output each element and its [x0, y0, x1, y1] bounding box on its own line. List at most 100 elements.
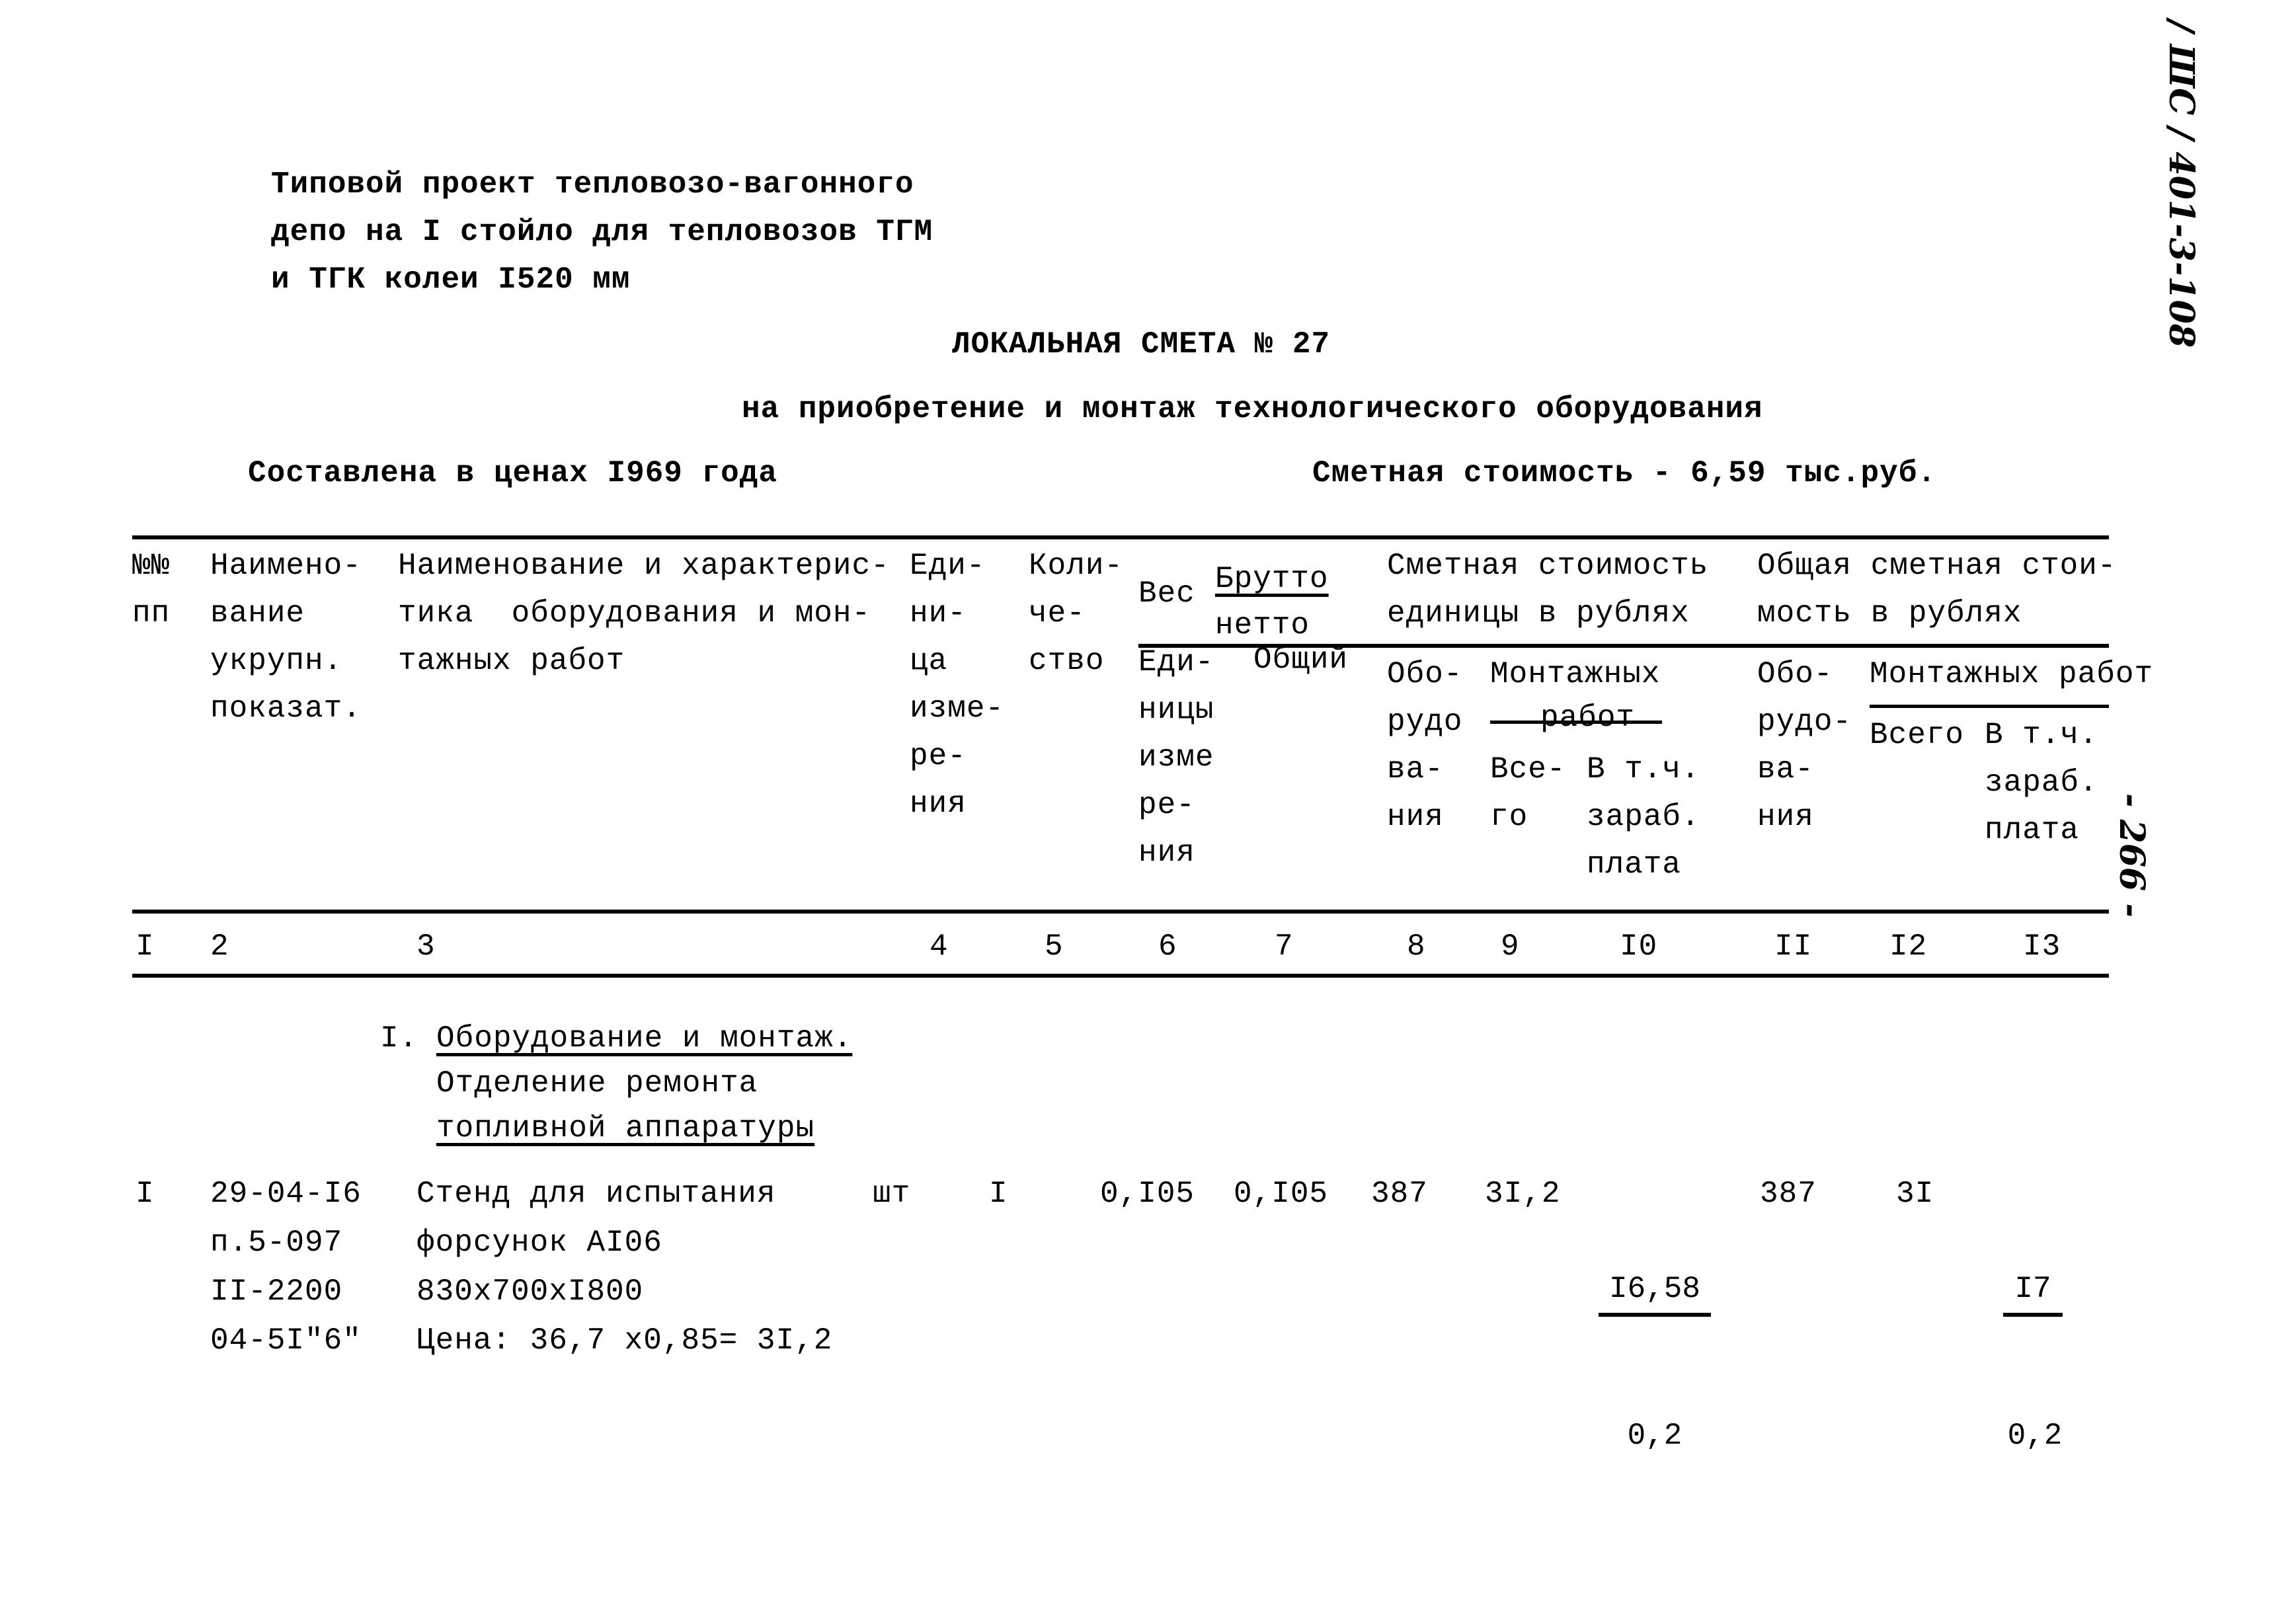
header-weight-brutto: Брутто [1215, 562, 1329, 596]
row-unit-equipment: 387 [1371, 1177, 1428, 1211]
header-col-10-line-1: В т.ч. [1587, 752, 1700, 787]
row-unit-install-wages: I6,58 0,2 [1599, 1170, 1711, 1555]
header-col-6-line-2: ницы [1138, 693, 1214, 727]
row-weight-unit: 0,I05 [1100, 1177, 1195, 1211]
header-col-11-line-3: ва- [1757, 752, 1814, 787]
header-col-2-line-1: Наимено- [210, 549, 362, 583]
header-bottom-rule [132, 910, 2109, 914]
row-description-line-1: Стенд для испытания [416, 1177, 776, 1211]
header-col-6-line-5: ния [1138, 836, 1195, 870]
header-col-7: Общий [1253, 643, 1349, 677]
project-header-line-1: Типовой проект тепловозо-вагонного [271, 167, 914, 202]
row-total-install-wages-top: I7 [2003, 1265, 2063, 1317]
header-col-13-line-2: зараб. [1985, 765, 2098, 800]
header-install-unit-line-1: Монтажных [1490, 657, 1661, 691]
column-number-13: I3 [2023, 929, 2061, 964]
section-number: I. [380, 1021, 418, 1056]
header-unit-cost-line-2: единицы в рублях [1387, 596, 1690, 631]
header-col-4-line-5: ре- [910, 739, 967, 773]
row-description-line-3: 830х700хI800 [416, 1274, 644, 1309]
header-col-2-line-4: показат. [210, 691, 362, 726]
header-col-1-line-1: №№ [132, 549, 171, 583]
column-number-1: I [136, 929, 155, 964]
install-total-underline [1870, 705, 2109, 708]
row-unit-install-wages-bottom: 0,2 [1627, 1419, 1682, 1453]
header-install-unit-line-2: работ [1540, 701, 1636, 735]
header-col-12: Всего [1870, 718, 1965, 752]
row-description-line-2: форсунок АI06 [416, 1226, 662, 1260]
section-subtitle-line-1: Отделение ремонта [436, 1066, 758, 1101]
header-col-4-line-3: ца [910, 644, 948, 678]
row-unit-install-wages-top: I6,58 [1599, 1265, 1711, 1317]
row-total-install: 3I [1896, 1177, 1934, 1211]
header-col-5-line-1: Коли- [1029, 549, 1124, 583]
header-col-13-line-3: плата [1985, 813, 2080, 847]
header-col-3-line-2: тика оборудования и мон- [398, 596, 871, 631]
row-indicator-line-1: 29-04-I6 [210, 1177, 362, 1211]
header-total-cost-line-1: Общая сметная стои- [1757, 549, 2117, 583]
row-total-install-wages-bottom: 0,2 [2007, 1419, 2063, 1453]
row-indicator-line-2: п.5-097 [210, 1226, 343, 1260]
header-col-10-line-2: зараб. [1587, 800, 1700, 834]
row-unit-install-total: 3I,2 [1485, 1177, 1561, 1211]
column-number-10: I0 [1620, 929, 1658, 964]
column-number-4: 4 [930, 929, 949, 964]
document-title: ЛОКАЛЬНАЯ СМЕТА № 27 [952, 327, 1331, 362]
row-description-line-4: Цена: 36,7 х0,85= 3I,2 [416, 1323, 833, 1358]
row-indicator-line-3: II-2200 [210, 1274, 343, 1309]
header-col-4-line-4: изме- [910, 691, 1005, 726]
header-col-1-line-2: пп [132, 596, 171, 631]
section-subtitle-line-2: топливной аппаратуры [436, 1111, 815, 1146]
header-col-11-line-1: Обо- [1757, 657, 1833, 691]
project-header-line-3: и ТГК колеи I520 мм [271, 262, 631, 297]
column-number-12: I2 [1889, 929, 1928, 964]
header-col-8-line-1: Обо- [1387, 657, 1463, 691]
estimated-cost: Сметная стоимость - 6,59 тыс.руб. [1312, 456, 1936, 490]
column-number-3: 3 [416, 929, 436, 964]
header-col-5-line-3: ство [1029, 644, 1105, 678]
header-col-9-line-1: Все- [1490, 752, 1566, 787]
header-col-6-line-4: ре- [1138, 788, 1195, 822]
project-header-line-2: депо на I стойло для тепловозов ТГМ [271, 215, 933, 249]
document-subtitle: на приобретение и монтаж технологическог… [742, 392, 1763, 426]
column-number-2: 2 [210, 929, 229, 964]
column-number-9: 9 [1501, 929, 1520, 964]
header-col-4-line-6: ния [910, 787, 967, 821]
header-col-9-line-2: го [1490, 800, 1528, 834]
prices-basis: Составлена в ценах I969 года [248, 456, 777, 490]
header-col-3-line-1: Наименование и характерис- [398, 549, 890, 583]
header-total-cost-line-2: мость в рублях [1757, 596, 2022, 631]
header-col-2-line-3: укрупн. [210, 644, 343, 678]
column-number-11: II [1774, 929, 1813, 964]
row-weight-total: 0,I05 [1234, 1177, 1329, 1211]
header-col-3-line-3: тажных работ [398, 644, 625, 678]
row-number: I [136, 1177, 155, 1211]
header-col-8-line-3: ва- [1387, 752, 1444, 787]
header-install-total: Монтажных работ [1870, 657, 2154, 691]
column-number-7: 7 [1275, 929, 1294, 964]
header-col-4-line-1: Еди- [910, 549, 986, 583]
header-col-8-line-2: рудо [1387, 705, 1463, 739]
row-quantity: I [989, 1177, 1008, 1211]
column-number-8: 8 [1407, 929, 1426, 964]
row-total-equipment: 387 [1760, 1177, 1817, 1211]
column-numbers-rule [132, 974, 2109, 978]
row-unit: шт [873, 1177, 911, 1211]
row-indicator-line-4: 04-5I"6" [210, 1323, 362, 1358]
section-title: Оборудование и монтаж. [436, 1021, 853, 1056]
header-col-2-line-2: вание [210, 596, 305, 631]
header-col-13-line-1: В т.ч. [1985, 718, 2098, 752]
table-top-rule [132, 535, 2109, 539]
header-col-11-line-4: ния [1757, 800, 1814, 834]
column-number-6: 6 [1158, 929, 1177, 964]
header-col-8-line-4: ния [1387, 800, 1444, 834]
column-number-5: 5 [1045, 929, 1064, 964]
header-unit-cost-line-1: Сметная стоимость [1387, 549, 1709, 583]
header-col-5-line-2: че- [1029, 596, 1086, 631]
margin-page-number: - 266 - [2112, 793, 2152, 918]
header-col-6-line-1: Еди- [1138, 645, 1214, 680]
header-col-11-line-2: рудо- [1757, 705, 1852, 739]
header-col-6-line-3: изме [1138, 740, 1214, 775]
header-col-10-line-3: плата [1587, 847, 1682, 882]
row-total-install-wages: I7 0,2 [2003, 1170, 2063, 1555]
